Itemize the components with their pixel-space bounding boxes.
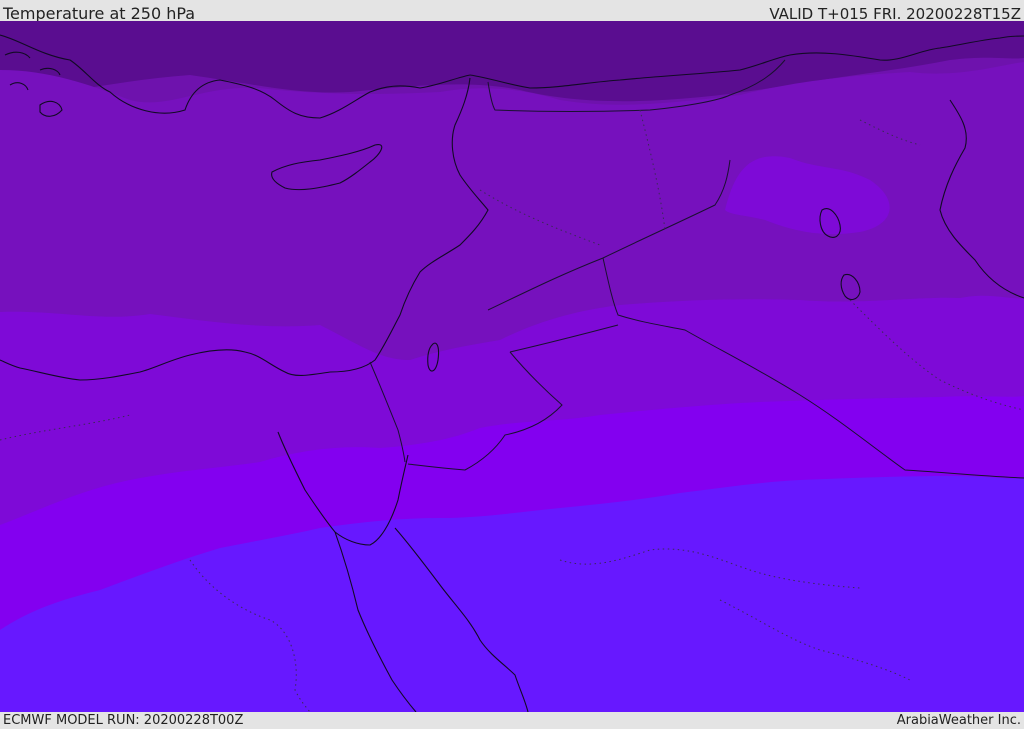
weather-map[interactable] xyxy=(0,21,1024,712)
temperature-map-canvas xyxy=(0,21,1024,712)
top-bar: Temperature at 250 hPa VALID T+015 FRI. … xyxy=(0,0,1024,23)
credit-label: ArabiaWeather Inc. xyxy=(896,713,1021,728)
bottom-bar: ECMWF MODEL RUN: 20200228T00Z ArabiaWeat… xyxy=(0,712,1024,729)
model-run-label: ECMWF MODEL RUN: 20200228T00Z xyxy=(3,713,244,728)
